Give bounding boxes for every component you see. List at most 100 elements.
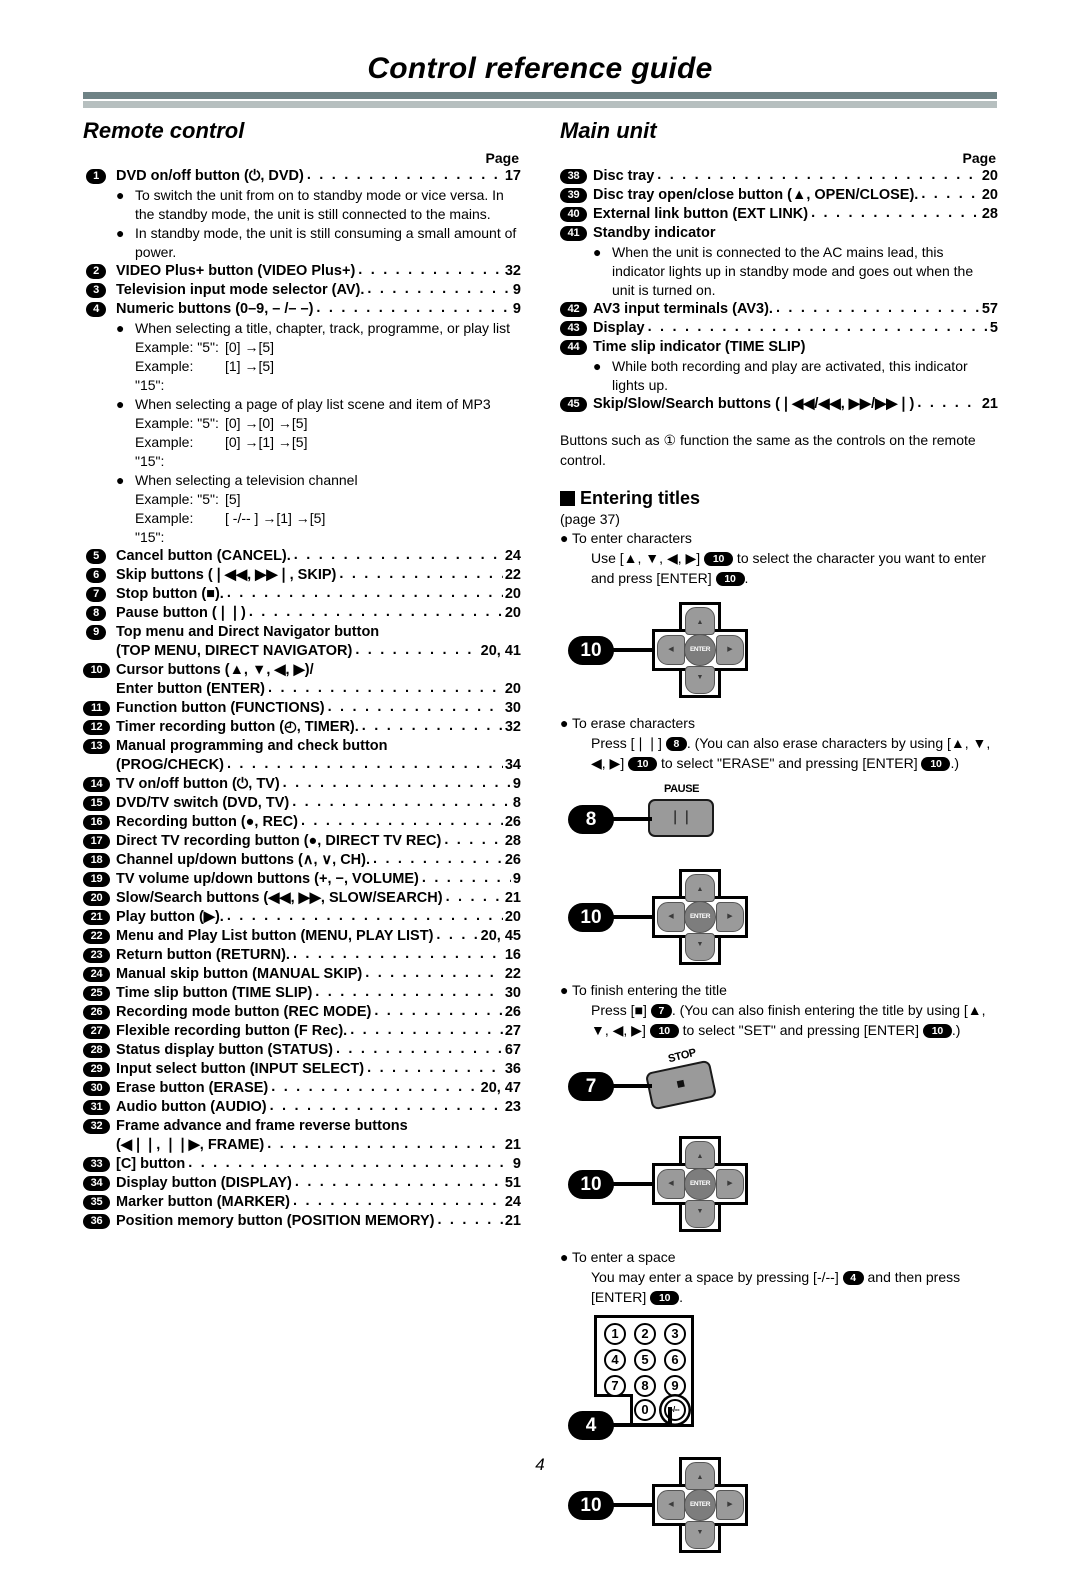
cursor-down-key[interactable]: ▼ — [685, 666, 715, 694]
reference-entry: 36 Position memory button (POSITION MEMOR… — [83, 1212, 521, 1231]
entry-example-row: Example: "5": [0] →[5] — [116, 338, 521, 357]
entry-main-line: Audio button (AUDIO). . . . . . . . . . … — [116, 1098, 521, 1117]
entry-bullet-text: While both recording and play are activa… — [612, 358, 968, 393]
reference-entry: 3 Television input mode selector (AV).. .… — [83, 281, 521, 300]
enter-key[interactable]: ENTER — [684, 901, 716, 933]
enter-key[interactable]: ENTER — [684, 634, 716, 666]
enter-key[interactable]: ENTER — [684, 1168, 716, 1200]
entry-page-number: 36 — [504, 1061, 521, 1077]
entry-page-number: 24 — [504, 548, 521, 564]
entry-label: Pause button (❘❘) — [116, 605, 246, 621]
hardware-key-callout: STOP 7 ■ — [560, 1047, 998, 1122]
cursor-up-key[interactable]: ▲ — [685, 1462, 715, 1490]
entering-step-title: To erase characters — [572, 715, 695, 731]
cursor-down-key[interactable]: ▼ — [685, 1521, 715, 1549]
entry-example-row: Example: "15": [ -/-- ] →[1] →[5] — [116, 509, 521, 547]
entry-main-line: Television input mode selector (AV).. . … — [116, 281, 521, 300]
stop-key[interactable]: ■ — [644, 1059, 718, 1111]
reference-entry: 44 Time slip indicator (TIME SLIP) ● While … — [560, 338, 998, 395]
reference-entry: 17 Direct TV recording button (●, DIRECT … — [83, 832, 521, 851]
reference-entry: 4 Numeric buttons (0–9, – /– –). . . . . … — [83, 300, 521, 547]
entry-main-line: Stop button (■).. . . . . . . . . . . . … — [116, 585, 521, 604]
cursor-pad-diagram: ▲ ▼ ◀ ▶ ENTER — [652, 602, 748, 698]
leader-dots: . . . . . . . . . . . . . . . . . . . . … — [350, 1022, 503, 1038]
leader-dots: . . . . . . . . . . . . . . . . . . . . … — [292, 946, 503, 962]
bullet-dot-icon: ● — [116, 187, 125, 203]
reference-entry: 45 Skip/Slow/Search buttons (❘◀◀/◀◀, ▶▶/▶… — [560, 395, 998, 414]
cursor-left-key[interactable]: ◀ — [657, 1169, 685, 1199]
cursor-right-key[interactable]: ▶ — [716, 1169, 744, 1199]
numeric-key-0[interactable]: 0 — [634, 1399, 656, 1421]
reference-entry: 5 Cancel button (CANCEL).. . . . . . . . … — [83, 547, 521, 566]
numeric-key-8[interactable]: 8 — [634, 1375, 656, 1397]
entry-bullet-text: In standby mode, the unit is still consu… — [135, 225, 517, 260]
reference-entry: 22 Menu and Play List button (MENU, PLAY … — [83, 927, 521, 946]
entry-page-number: 8 — [512, 795, 521, 811]
entry-number-badge: 5 — [86, 549, 106, 564]
entry-label: External link button (EXT LINK) — [593, 206, 809, 222]
entry-page-number: 24 — [504, 1194, 521, 1210]
inline-reference-badge: 4 — [842, 1271, 864, 1285]
numeric-key-9[interactable]: 9 — [664, 1375, 686, 1397]
leader-dots: . . . . . . . . . . . . . . . . . . . . … — [917, 395, 979, 411]
reference-entry: 31 Audio button (AUDIO). . . . . . . . . … — [83, 1098, 521, 1117]
entry-bullet-text: When selecting a television channel — [135, 472, 358, 488]
hardware-key-callout: PAUSE 8 ❘❘ — [560, 781, 998, 855]
reference-entry: 19 TV volume up/down buttons (+, −, VOLUM… — [83, 870, 521, 889]
leader-dots: . . . . . . . . . . . . . . . . . . . . … — [811, 205, 980, 221]
entry-main-line: TV volume up/down buttons (+, −, VOLUME)… — [116, 870, 521, 889]
cursor-left-key[interactable]: ◀ — [657, 902, 685, 932]
inline-reference-badge: 8 — [665, 737, 687, 751]
entry-label: Disc tray — [593, 168, 655, 184]
reference-entry: 16 Recording button (●, REC). . . . . . .… — [83, 813, 521, 832]
enter-key[interactable]: ENTER — [684, 1489, 716, 1521]
entry-page-number: 16 — [504, 947, 521, 963]
entry-number-badge: 42 — [560, 302, 587, 317]
callout-connector-line — [610, 1423, 672, 1427]
numeric-key-6[interactable]: 6 — [664, 1349, 686, 1371]
leader-dots: . . . . . . . . . . . . . . . . . . . . … — [294, 1174, 503, 1190]
leader-dots: . . . . . . . . . . . . . . . . . . . . … — [327, 699, 503, 715]
inline-reference-badge: 10 — [704, 552, 734, 566]
entry-main-line: DVD/TV switch (DVD, TV). . . . . . . . .… — [116, 794, 521, 813]
entry-label: Erase button (ERASE) — [116, 1080, 269, 1096]
reference-entry: 38 Disc tray. . . . . . . . . . . . . . .… — [560, 167, 998, 186]
numeric-key-2[interactable]: 2 — [634, 1323, 656, 1345]
cursor-right-key[interactable]: ▶ — [716, 1490, 744, 1520]
cursor-up-key[interactable]: ▲ — [685, 607, 715, 635]
entering-titles-page-ref: (page 37) — [560, 511, 620, 527]
pause-key[interactable]: ❘❘ — [648, 799, 714, 837]
reference-entry: 15 DVD/TV switch (DVD, TV). . . . . . . .… — [83, 794, 521, 813]
numeric-key-5[interactable]: 5 — [634, 1349, 656, 1371]
entry-page-number: 27 — [504, 1023, 521, 1039]
entry-bullet: ● When selecting a title, chapter, track,… — [116, 319, 521, 338]
reference-entry: 27 Flexible recording button (F Rec).. . … — [83, 1022, 521, 1041]
cursor-right-key[interactable]: ▶ — [716, 902, 744, 932]
bullet-dot-icon: ● — [560, 982, 569, 998]
entry-page-number: 17 — [504, 168, 521, 184]
header-rule-light — [83, 101, 997, 108]
leader-dots: . . . . . . . . . . . . . . . . . . . . … — [365, 965, 503, 981]
bullet-dot-icon: ● — [116, 225, 125, 241]
numeric-key-1[interactable]: 1 — [604, 1323, 626, 1345]
reference-entry: 8 Pause button (❘❘). . . . . . . . . . . … — [83, 604, 521, 623]
cursor-up-key[interactable]: ▲ — [685, 874, 715, 902]
cursor-up-key[interactable]: ▲ — [685, 1141, 715, 1169]
page-title: Control reference guide — [367, 52, 713, 85]
entry-label-continued: (◀❘❘, ❘❘▶, FRAME) — [116, 1137, 265, 1153]
main-unit-entry-list: 38 Disc tray. . . . . . . . . . . . . . .… — [560, 167, 998, 414]
cursor-left-key[interactable]: ◀ — [657, 1490, 685, 1520]
numeric-key-7[interactable]: 7 — [604, 1375, 626, 1397]
cursor-down-key[interactable]: ▼ — [685, 1200, 715, 1228]
cursor-pad-callout: 10 ▲ ▼ ◀ ▶ ENTER — [560, 1130, 998, 1242]
cursor-down-key[interactable]: ▼ — [685, 933, 715, 961]
entry-label: Recording mode button (REC MODE) — [116, 1004, 372, 1020]
cursor-right-key[interactable]: ▶ — [716, 635, 744, 665]
entry-page-number: 9 — [512, 776, 521, 792]
numeric-key-3[interactable]: 3 — [664, 1323, 686, 1345]
cursor-left-key[interactable]: ◀ — [657, 635, 685, 665]
entry-page-number: 26 — [504, 1004, 521, 1020]
numeric-key-4[interactable]: 4 — [604, 1349, 626, 1371]
entry-number-badge: 17 — [83, 834, 110, 849]
reference-entry: 26 Recording mode button (REC MODE). . . … — [83, 1003, 521, 1022]
